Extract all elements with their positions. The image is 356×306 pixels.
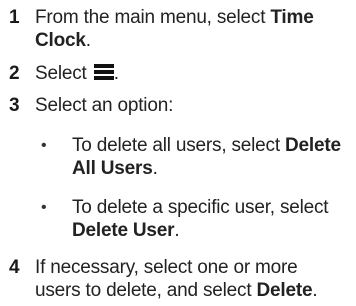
- step-text: Select: [35, 63, 92, 84]
- step-bold-text: Clock: [35, 30, 86, 51]
- bullet-text: .: [174, 220, 180, 241]
- bullet-icon: •: [41, 199, 47, 216]
- bullet-1-line-2: All Users.: [72, 157, 158, 180]
- step-4-line-2: users to delete, and select Delete.: [35, 279, 318, 302]
- bullet-text: To delete all users, select: [72, 135, 286, 156]
- bullet-bold-text: Delete User: [72, 220, 175, 241]
- step-4-line-1: If necessary, select one or more: [35, 256, 298, 279]
- step-3-line-1: Select an option:: [35, 94, 173, 117]
- menu-icon: [93, 63, 114, 86]
- bullet-2-line-1: To delete a specific user, select: [72, 196, 329, 219]
- bullet-bold-text: All Users: [72, 158, 153, 179]
- bullet-icon: •: [41, 137, 47, 154]
- step-text: users to delete, and select: [35, 280, 257, 301]
- step-2-line-1: Select .: [35, 62, 119, 85]
- bullet-text: .: [152, 158, 158, 179]
- bullet-2-line-2: Delete User.: [72, 219, 180, 242]
- step-1-line-1: From the main menu, select Time: [35, 6, 314, 29]
- step-number: 2: [9, 63, 20, 84]
- step-text: .: [113, 63, 119, 84]
- bullet-text: To delete a specific user, select: [72, 197, 329, 218]
- step-bold-text: Time: [270, 7, 314, 28]
- step-number: 4: [9, 257, 20, 278]
- step-number: 3: [9, 95, 20, 116]
- step-text: .: [85, 30, 91, 51]
- bullet-1-line-1: To delete all users, select Delete: [72, 134, 341, 157]
- step-text: Select an option:: [35, 95, 174, 116]
- step-text: If necessary, select one or more: [35, 257, 298, 278]
- step-number: 1: [9, 7, 20, 28]
- step-bold-text: Delete: [256, 280, 313, 301]
- step-1-line-2: Clock.: [35, 29, 91, 52]
- step-text: .: [312, 280, 318, 301]
- step-text: From the main menu, select: [35, 7, 271, 28]
- bullet-bold-text: Delete: [285, 135, 341, 156]
